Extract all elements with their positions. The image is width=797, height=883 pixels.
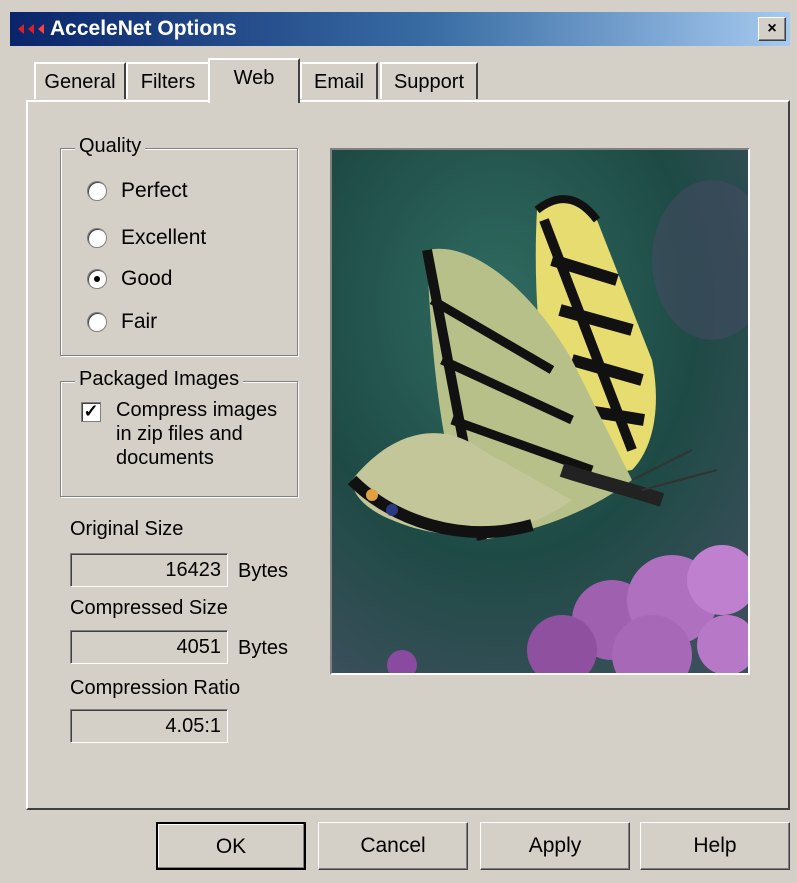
tab-email[interactable]: Email	[300, 62, 378, 99]
window-title: AcceleNet Options	[50, 17, 237, 40]
compress-images-checkbox[interactable]: ✓	[81, 402, 101, 422]
tab-support[interactable]: Support	[380, 62, 478, 99]
radio-excellent-label: Excellent	[121, 226, 207, 249]
packaged-images-group: Packaged Images ✓ Compress images in zip…	[60, 368, 298, 497]
options-dialog: AcceleNet Options × General Filters Web …	[0, 0, 797, 883]
tab-filters[interactable]: Filters	[126, 62, 210, 99]
radio-perfect-label: Perfect	[121, 179, 188, 202]
compressed-size-field: 4051	[70, 630, 228, 664]
tab-web-label: Web	[233, 67, 275, 89]
compression-ratio-field: 4.05:1	[70, 709, 228, 743]
cancel-button[interactable]: Cancel	[318, 822, 468, 870]
original-size-label: Original Size	[70, 518, 184, 540]
close-button[interactable]: ×	[758, 17, 786, 41]
radio-perfect-button[interactable]	[87, 181, 107, 201]
tab-filters-label: Filters	[140, 71, 196, 93]
apply-button[interactable]: Apply	[480, 822, 630, 870]
radio-good-label: Good	[121, 267, 173, 290]
image-preview	[330, 148, 750, 675]
ok-button[interactable]: OK	[156, 822, 306, 870]
quality-group: Quality Perfect Excellent Good Fair	[60, 135, 298, 356]
tab-general[interactable]: General	[34, 62, 126, 99]
tab-email-label: Email	[313, 71, 364, 93]
close-icon: ×	[767, 20, 777, 37]
radio-fair-label: Fair	[121, 310, 158, 333]
tab-general-label: General	[44, 71, 116, 93]
packaged-images-legend: Packaged Images	[75, 368, 244, 391]
original-size-unit: Bytes	[238, 560, 289, 582]
compression-ratio-label: Compression Ratio	[70, 677, 241, 699]
compress-images-label: Compress images in zip files and documen…	[116, 399, 278, 469]
radio-good-button[interactable]	[87, 269, 107, 289]
compressed-size-label: Compressed Size	[70, 597, 228, 619]
compressed-size-unit: Bytes	[238, 637, 289, 659]
radio-excellent-button[interactable]	[87, 228, 107, 248]
title-bar[interactable]: AcceleNet Options ×	[10, 12, 790, 46]
tab-web[interactable]: Web	[208, 58, 300, 103]
app-icon	[18, 24, 44, 34]
checkmark-icon: ✓	[83, 401, 99, 421]
quality-legend: Quality	[75, 135, 146, 158]
original-size-field: 16423	[70, 553, 228, 587]
tab-support-label: Support	[393, 71, 465, 93]
help-button[interactable]: Help	[640, 822, 790, 870]
butterfly-image	[332, 150, 748, 673]
radio-fair-button[interactable]	[87, 312, 107, 332]
